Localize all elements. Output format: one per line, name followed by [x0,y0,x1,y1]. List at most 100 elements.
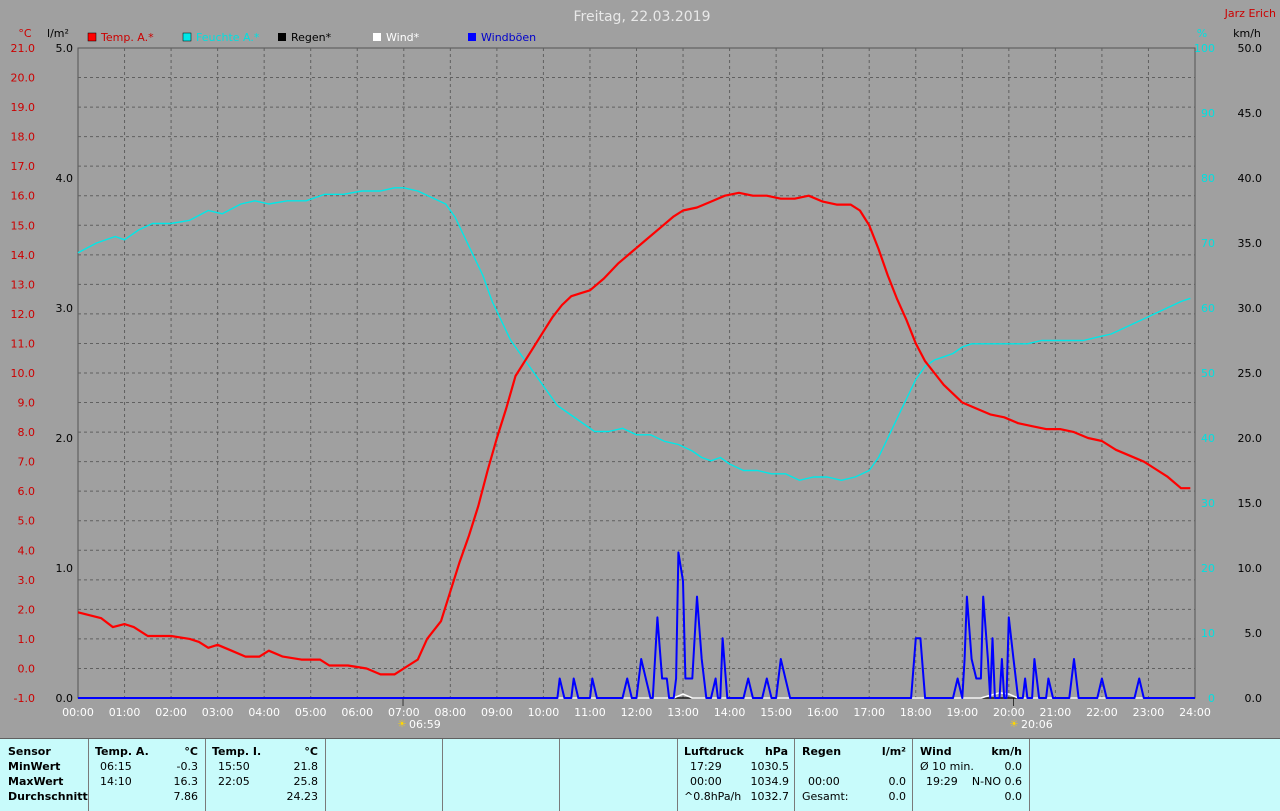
rain-unit-label: l/m² [47,27,69,40]
temp-tick-label: 17.0 [11,160,36,173]
time-tick-label: 03:00 [202,706,234,719]
wind-tick-label: 30.0 [1238,302,1263,315]
header-temp-a: Temp. A. [95,745,149,758]
temp-tick-label: 11.0 [11,337,36,350]
wind-tick-label: 50.0 [1238,42,1263,55]
sunset-marker: ☀ 20:06 [1010,718,1053,731]
wind-tick-label: 10.0 [1238,562,1263,575]
time-tick-label: 13:00 [667,706,699,719]
row-label-min: MinWert [8,760,61,773]
wind-max-value: N-NO 0.6 [971,775,1022,788]
temp-a-max-time: 14:10 [100,775,132,788]
time-tick-label: 14:00 [714,706,746,719]
temp-tick-label: 0.0 [18,662,36,675]
wind-avg-value: 0.0 [1004,760,1023,773]
legend-swatch-wind [373,33,381,41]
rain-tick-label: 5.0 [56,42,74,55]
rain-tick-label: 4.0 [56,172,74,185]
temp-tick-label: 13.0 [11,278,36,291]
rain-tick-label: 0.0 [56,692,74,705]
header-temp-i-unit: °C [304,745,318,758]
header-rain-unit: l/m² [881,745,906,758]
header-pressure-unit: hPa [764,745,788,758]
temp-a-max-value: 16.3 [173,775,199,788]
pressure-max-value: 1034.9 [750,775,790,788]
time-tick-label: 06:00 [341,706,373,719]
temp-tick-label: 16.0 [11,190,36,203]
sun-icon-set: ☀ [1010,719,1019,730]
humidity-tick-label: 90 [1201,107,1215,120]
temp-tick-label: 19.0 [11,101,36,114]
pressure-trend: ^0.8hPa/h [684,790,742,803]
wind-tick-label: 15.0 [1238,497,1263,510]
humidity-tick-label: 60 [1201,302,1215,315]
time-tick-label: 19:00 [946,706,978,719]
time-tick-label: 10:00 [528,706,560,719]
legend-swatch-gusts [468,33,476,41]
humidity-tick-label: 20 [1201,562,1215,575]
temp-i-avg-value: 24.23 [286,790,319,803]
header-temp-a-unit: °C [184,745,198,758]
statistics-table: Sensor MinWert MaxWert Durchschnitt Temp… [0,738,1280,811]
temp-tick-label: 21.0 [11,42,36,55]
wind-tick-label: 40.0 [1238,172,1263,185]
header-pressure: Luftdruck [684,745,744,758]
legend-label-wind: Wind* [386,31,420,44]
humidity-tick-label: 70 [1201,237,1215,250]
rain-total-value: 0.0 [888,790,907,803]
rain-max-value: 0.0 [888,775,907,788]
humidity-tick-label: 50 [1201,367,1215,380]
rain-tick-label: 3.0 [56,302,74,315]
pressure-min-time: 17:29 [690,760,722,773]
time-tick-label: 18:00 [900,706,932,719]
wind-tick-label: 35.0 [1238,237,1263,250]
temp-tick-label: 14.0 [11,249,36,262]
temp-unit-label: °C [18,27,32,40]
legend-label-humidity: Feuchte A.* [196,31,260,44]
time-tick-label: 11:00 [574,706,606,719]
pressure-min-value: 1030.5 [750,760,790,773]
humidity-axis: 1009080706050403020100 [1194,42,1215,705]
temp-i-min-value: 21.8 [293,760,319,773]
humidity-tick-label: 0 [1208,692,1215,705]
temp-i-max-time: 22:05 [218,775,250,788]
temp-tick-label: 20.0 [11,72,36,85]
humidity-tick-label: 80 [1201,172,1215,185]
temp-tick-label: 8.0 [18,426,36,439]
temp-i-min-time: 15:50 [218,760,250,773]
temp-i-max-value: 25.8 [293,775,319,788]
legend-label-gusts: Windböen [481,31,536,44]
rain-max-time: 00:00 [808,775,840,788]
time-tick-label: 16:00 [807,706,839,719]
author-label: Jarz Erich [1224,7,1276,20]
time-tick-label: 12:00 [621,706,653,719]
wind-avg2-value: 0.0 [1004,790,1023,803]
temp-a-min-time: 06:15 [100,760,132,773]
temp-axis: 21.0 20.0 19.0 18.0 17.0 16.0 15.0 14.0 13.0 12.0… [11,42,36,705]
legend: Temp. A.* Feuchte A.* Regen* Wind* Windb… [87,31,536,44]
chart-grid [77,47,1196,699]
sun-icon-rise: ☀ [398,719,407,730]
row-label-max: MaxWert [8,775,64,788]
wind-max-time: 19:29 [926,775,958,788]
temp-tick-label: 3.0 [18,574,36,587]
sunrise-label: 06:59 [409,718,441,731]
time-tick-label: 01:00 [109,706,141,719]
time-tick-label: 04:00 [248,706,280,719]
time-tick-label: 00:00 [62,706,94,719]
sunrise-marker: ☀ 06:59 [398,718,441,731]
header-wind: Wind [920,745,952,758]
temp-tick-label: 10.0 [11,367,36,380]
humidity-tick-label: 40 [1201,432,1215,445]
header-temp-i: Temp. I. [212,745,262,758]
row-label-avg: Durchschnitt [8,790,88,803]
chart-title: Freitag, 22.03.2019 [574,9,711,25]
wind-tick-label: 20.0 [1238,432,1263,445]
time-tick-label: 20:00 [993,706,1025,719]
temp-a-avg-value: 7.86 [173,790,199,803]
wind-tick-label: 0.0 [1245,692,1263,705]
wind-tick-label: 5.0 [1245,627,1263,640]
rain-tick-label: 2.0 [56,432,74,445]
pressure-max-time: 00:00 [690,775,722,788]
sunset-label: 20:06 [1021,718,1053,731]
